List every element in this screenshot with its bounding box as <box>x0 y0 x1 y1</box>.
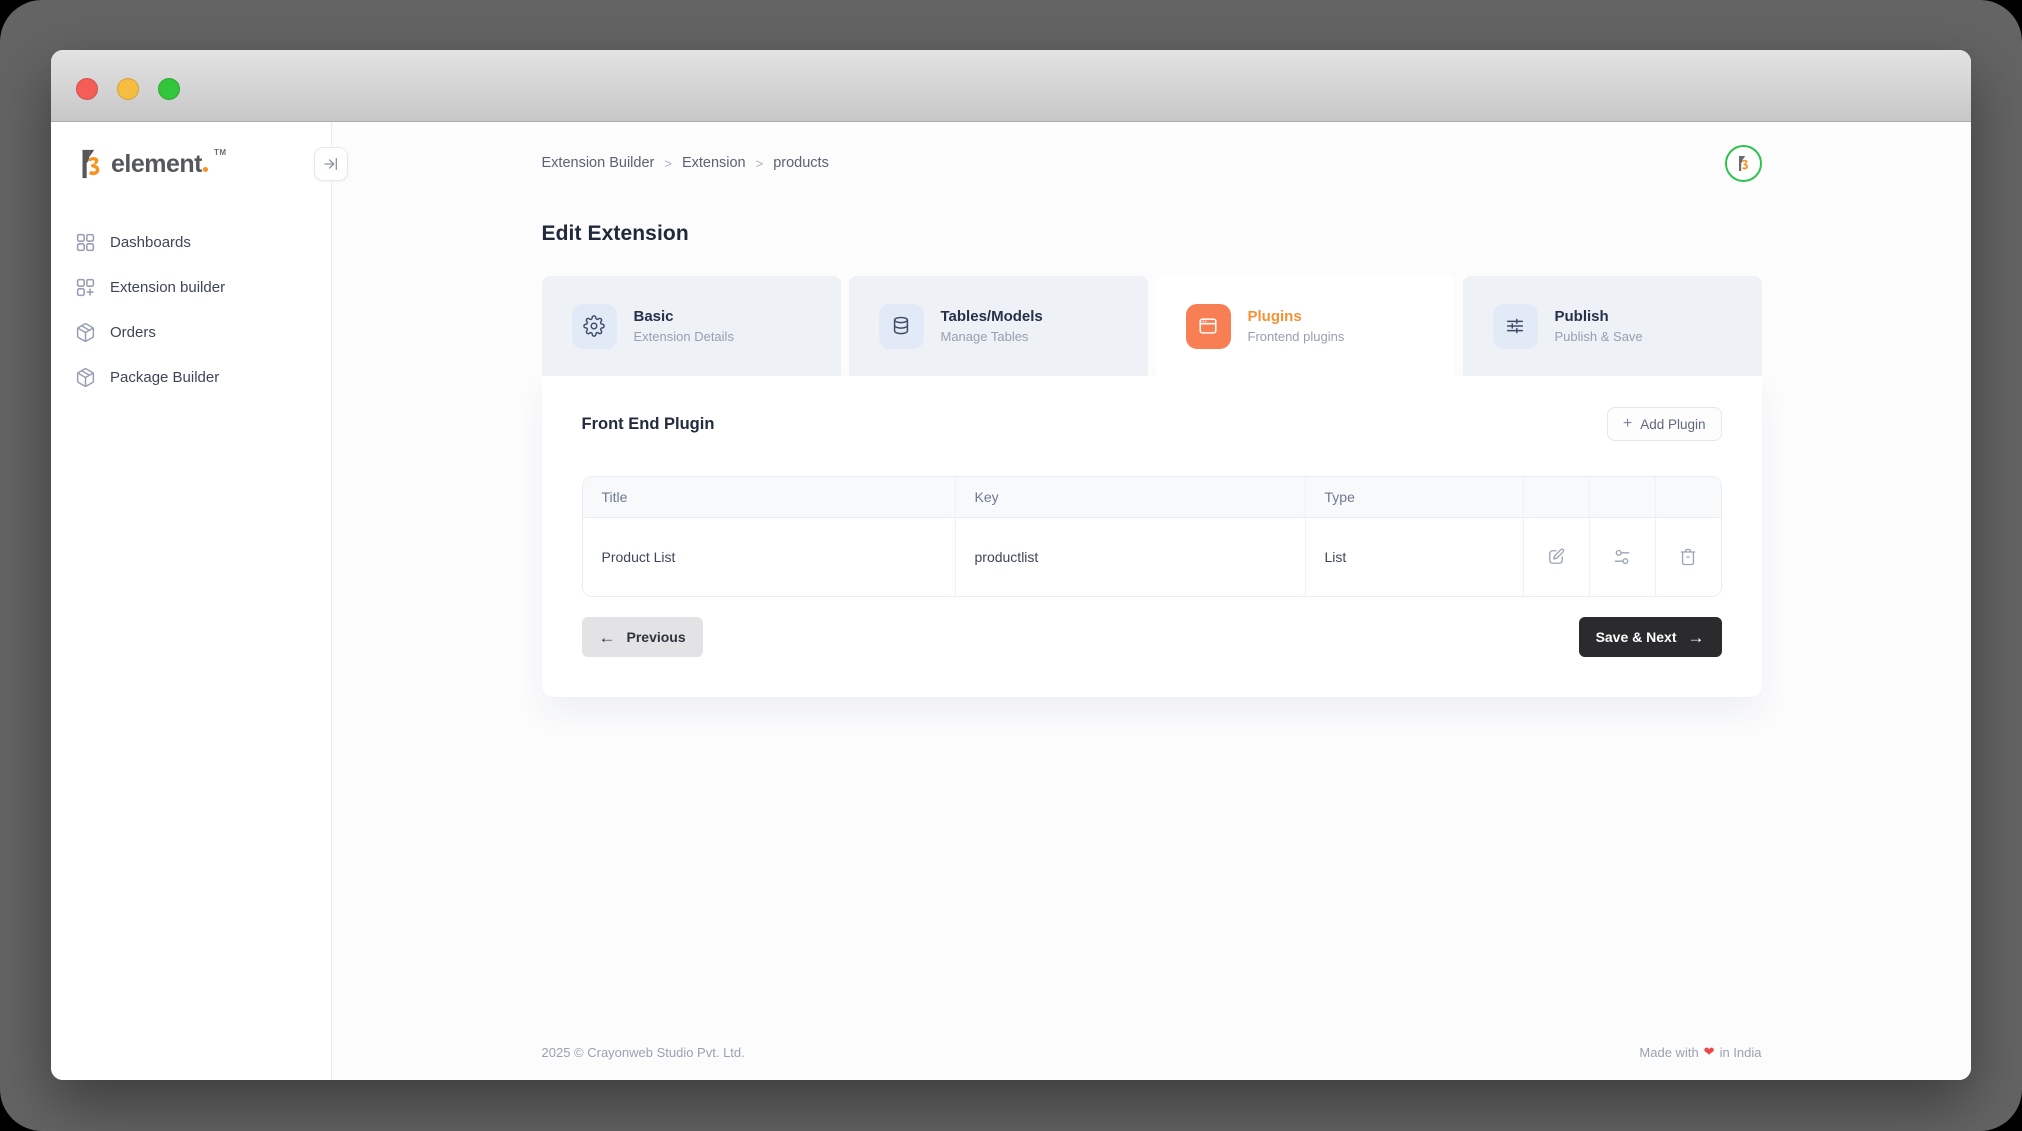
sidebar-collapse-button[interactable] <box>314 147 348 181</box>
sidebar-item-extension-builder[interactable]: Extension builder <box>51 265 331 310</box>
minimize-window-button[interactable] <box>117 78 139 100</box>
browser-window: element TM <box>51 50 1971 1080</box>
gear-icon <box>572 304 617 349</box>
package-box-icon <box>75 367 96 388</box>
user-avatar[interactable] <box>1725 145 1762 182</box>
delete-row-button[interactable] <box>1656 518 1721 596</box>
sidebar-item-label: Orders <box>110 324 156 341</box>
logo-trademark: TM <box>214 146 227 160</box>
row-settings-button[interactable] <box>1590 518 1656 596</box>
heart-icon: ❤ <box>1704 1044 1715 1060</box>
logo-dot <box>203 167 208 172</box>
sidebar-item-package-builder[interactable]: Package Builder <box>51 355 331 400</box>
chevron-right-icon: > <box>664 156 672 171</box>
previous-button[interactable]: ← Previous <box>582 617 703 657</box>
main-area: Extension Builder > Extension > products <box>332 122 1971 1080</box>
settings-sliders-icon <box>1612 547 1632 567</box>
tab-publish[interactable]: Publish Publish & Save <box>1463 276 1762 376</box>
app-body: element TM <box>51 122 1971 1080</box>
trash-icon <box>1678 547 1698 567</box>
tab-plugins[interactable]: Plugins Frontend plugins <box>1156 276 1455 376</box>
column-header-delete <box>1656 477 1721 518</box>
breadcrumb-extension-builder[interactable]: Extension Builder <box>542 155 655 171</box>
row-type-cell: List <box>1306 518 1524 596</box>
topbar: Extension Builder > Extension > products <box>542 144 1762 182</box>
column-header-edit <box>1524 477 1590 518</box>
edit-row-button[interactable] <box>1524 518 1590 596</box>
sidebar-item-label: Dashboards <box>110 234 191 251</box>
column-header-key: Key <box>956 477 1306 518</box>
made-with-love: Made with ❤ in India <box>1639 1044 1761 1060</box>
tab-title: Basic <box>634 308 734 325</box>
window-titlebar <box>51 50 1971 122</box>
traffic-lights <box>76 78 180 100</box>
tab-tables-models[interactable]: Tables/Models Manage Tables <box>849 276 1148 376</box>
copyright-text: 2025 © Crayonweb Studio Pvt. Ltd. <box>542 1045 745 1060</box>
tab-title: Tables/Models <box>941 308 1043 325</box>
grid-plus-icon <box>75 277 96 298</box>
row-key-cell: productlist <box>956 518 1306 596</box>
logo-mark-icon <box>75 146 105 182</box>
add-plugin-button[interactable]: + Add Plugin <box>1607 407 1722 441</box>
tab-subtitle: Publish & Save <box>1555 329 1643 344</box>
browser-window-icon <box>1186 304 1231 349</box>
arrow-right-icon: → <box>1688 629 1705 646</box>
tab-basic[interactable]: Basic Extension Details <box>542 276 841 376</box>
sidebar-item-label: Extension builder <box>110 279 225 296</box>
column-header-type: Type <box>1306 477 1524 518</box>
chevron-right-icon: > <box>756 156 764 171</box>
breadcrumb-extension[interactable]: Extension <box>682 155 746 171</box>
breadcrumb: Extension Builder > Extension > products <box>542 155 829 171</box>
tab-subtitle: Extension Details <box>634 329 734 344</box>
breadcrumb-products[interactable]: products <box>773 155 829 171</box>
tab-subtitle: Manage Tables <box>941 329 1043 344</box>
save-next-label: Save & Next <box>1596 629 1677 645</box>
close-window-button[interactable] <box>76 78 98 100</box>
plugins-panel: Front End Plugin + Add Plugin Title Key … <box>542 376 1762 697</box>
location-text: in India <box>1720 1045 1762 1060</box>
collapse-arrow-icon <box>323 156 339 172</box>
avatar-logo-icon <box>1735 154 1751 173</box>
logo-wordmark: element <box>111 146 208 182</box>
made-with-text: Made with <box>1639 1045 1698 1060</box>
sliders-icon <box>1493 304 1538 349</box>
app-logo[interactable]: element TM <box>51 122 331 182</box>
sidebar-nav: Dashboards Extension builder <box>51 220 331 400</box>
previous-label: Previous <box>627 629 686 645</box>
wizard-tabs: Basic Extension Details <box>542 276 1762 376</box>
sidebar-item-label: Package Builder <box>110 369 219 386</box>
row-title-cell: Product List <box>583 518 956 596</box>
save-next-button[interactable]: Save & Next → <box>1579 617 1722 657</box>
sidebar-item-dashboards[interactable]: Dashboards <box>51 220 331 265</box>
column-header-title: Title <box>583 477 956 518</box>
sidebar-item-orders[interactable]: Orders <box>51 310 331 355</box>
tab-title: Plugins <box>1248 308 1345 325</box>
tab-title: Publish <box>1555 308 1643 325</box>
maximize-window-button[interactable] <box>158 78 180 100</box>
grid-icon <box>75 232 96 253</box>
plugins-table: Title Key Type Product List productlist … <box>582 476 1722 597</box>
edit-pencil-icon <box>1546 547 1566 567</box>
database-icon <box>879 304 924 349</box>
column-header-settings <box>1590 477 1656 518</box>
plus-icon: + <box>1623 416 1632 432</box>
panel-title: Front End Plugin <box>582 415 715 434</box>
page-title: Edit Extension <box>542 222 1762 246</box>
package-box-icon <box>75 322 96 343</box>
screenshot-root: element TM <box>0 0 2022 1131</box>
tab-subtitle: Frontend plugins <box>1248 329 1345 344</box>
sidebar: element TM <box>51 122 332 1080</box>
arrow-left-icon: ← <box>599 629 616 646</box>
footer: 2025 © Crayonweb Studio Pvt. Ltd. Made w… <box>542 1044 1762 1080</box>
add-plugin-label: Add Plugin <box>1640 417 1705 432</box>
